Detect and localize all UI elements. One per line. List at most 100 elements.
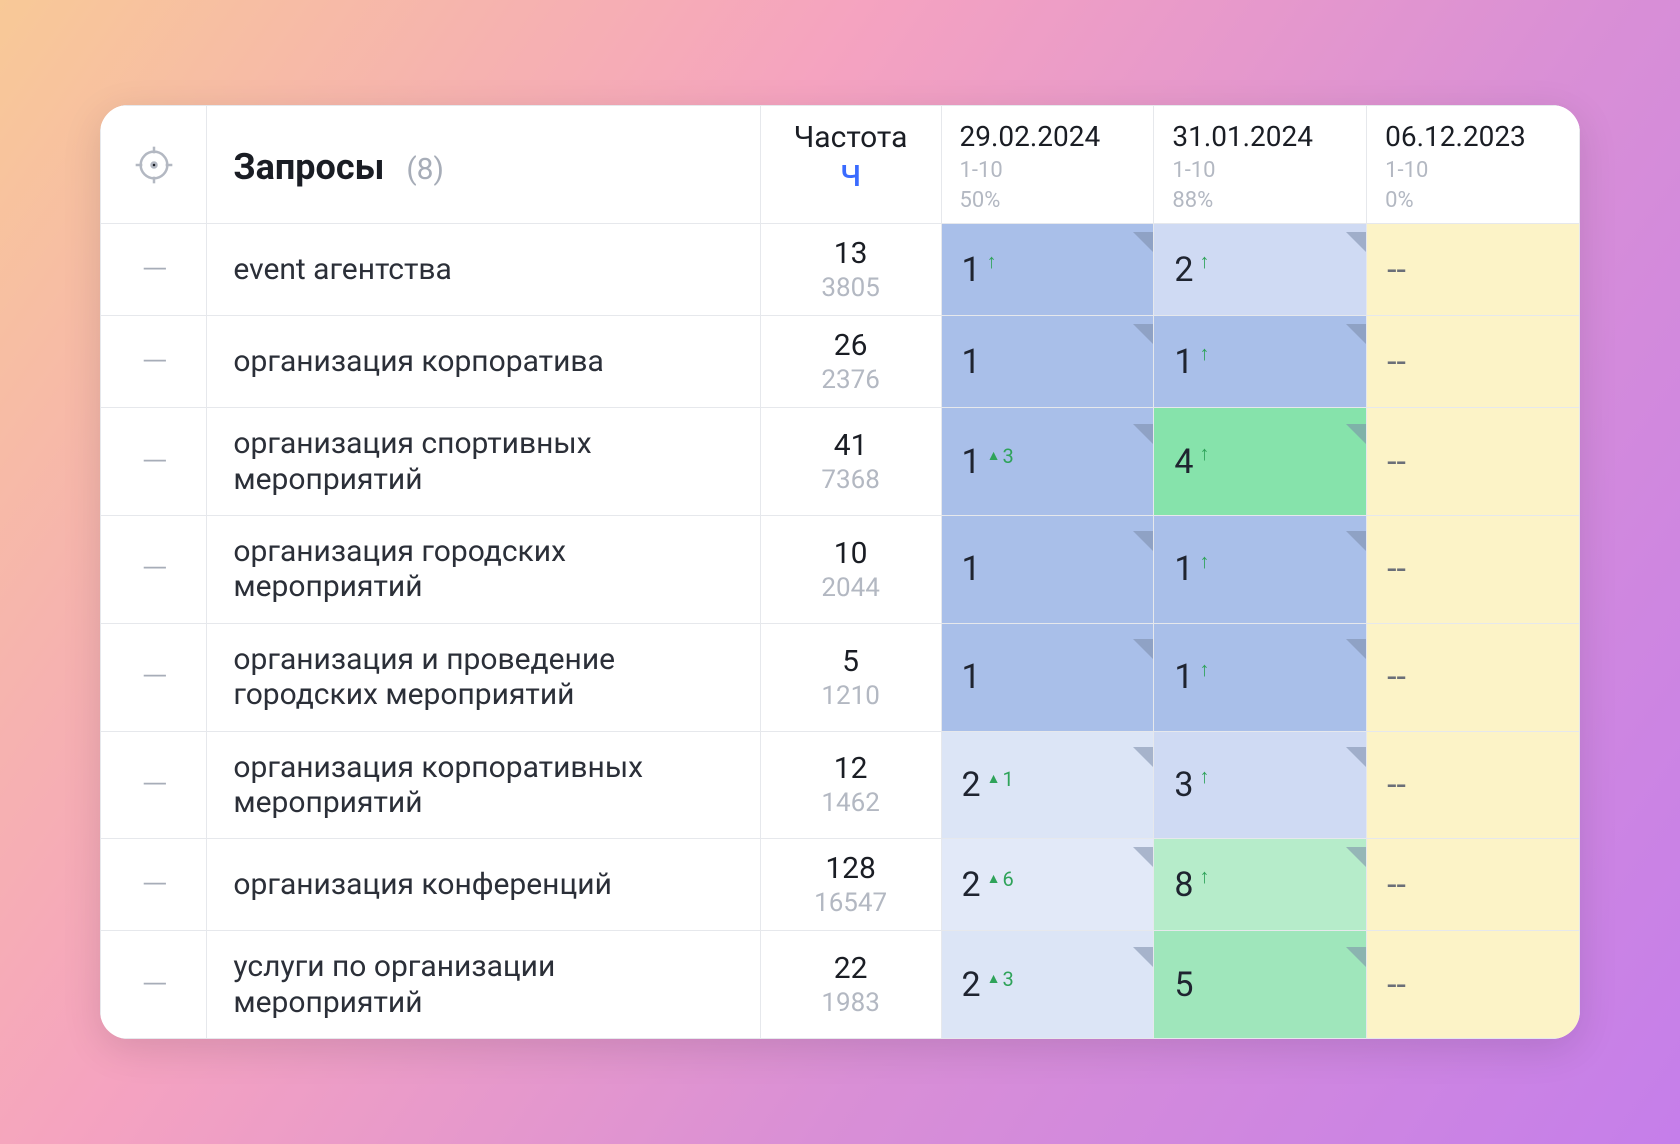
query-cell[interactable]: организация городских мероприятий: [207, 516, 760, 624]
rank-cell-1[interactable]: 2↑: [1154, 224, 1367, 316]
row-target-cell[interactable]: —: [101, 731, 207, 839]
col-date-1[interactable]: 31.01.2024 1-10 88%: [1154, 105, 1367, 223]
minus-icon: —: [142, 442, 166, 482]
corner-marker-icon: [1133, 232, 1153, 252]
freq-primary: 13: [834, 236, 868, 271]
freq-cell: 221983: [760, 931, 941, 1039]
table-row[interactable]: —организация спортивных мероприятий41736…: [101, 408, 1580, 516]
arrow-up-icon: ↑: [1199, 249, 1209, 274]
rank-cell-1[interactable]: 5: [1154, 931, 1367, 1039]
rank-cell-1[interactable]: 4↑: [1154, 408, 1367, 516]
table-row[interactable]: —организация конференций128165472▲68↑--: [101, 839, 1580, 931]
arrow-up-icon: ↑: [987, 249, 997, 274]
freq-cell: 102044: [760, 516, 941, 624]
table-header-row: Запросы (8) Частота Ч 29.02.2024 1-10 50…: [101, 105, 1580, 223]
rank-cell-2[interactable]: --: [1367, 839, 1580, 931]
col-queries[interactable]: Запросы (8): [207, 105, 760, 223]
freq-cell: 262376: [760, 316, 941, 408]
corner-marker-icon: [1346, 424, 1366, 444]
rank-value: --: [1387, 250, 1406, 290]
freq-primary: 41: [834, 428, 868, 463]
rank-cell-0[interactable]: 1: [941, 316, 1154, 408]
freq-secondary: 2044: [761, 573, 941, 603]
rank-cell-1[interactable]: 1↑: [1154, 316, 1367, 408]
table-row[interactable]: —event агентства1338051↑2↑ --: [101, 224, 1580, 316]
row-target-cell[interactable]: —: [101, 931, 207, 1039]
query-cell[interactable]: event агентства: [207, 224, 760, 316]
rank-cell-1[interactable]: 1↑: [1154, 623, 1367, 731]
rank-cell-2[interactable]: --: [1367, 224, 1580, 316]
date-range: 1-10: [960, 159, 1136, 183]
rank-cell-2[interactable]: --: [1367, 516, 1580, 624]
query-cell[interactable]: организация корпоратива: [207, 316, 760, 408]
rank-table: Запросы (8) Частота Ч 29.02.2024 1-10 50…: [100, 105, 1580, 1039]
table-row[interactable]: —услуги по организации мероприятий221983…: [101, 931, 1580, 1039]
rank-value: --: [1387, 865, 1406, 905]
col-frequency[interactable]: Частота Ч: [760, 105, 941, 223]
query-cell[interactable]: услуги по организации мероприятий: [207, 931, 760, 1039]
freq-secondary: 1983: [761, 988, 941, 1018]
rank-cell-2[interactable]: --: [1367, 316, 1580, 408]
freq-primary: 22: [834, 951, 868, 986]
rank-cell-0[interactable]: 2▲1: [941, 731, 1154, 839]
corner-marker-icon: [1346, 232, 1366, 252]
minus-icon: —: [142, 865, 166, 905]
rank-cell-0[interactable]: 1: [941, 516, 1154, 624]
query-cell[interactable]: организация конференций: [207, 839, 760, 931]
table-row[interactable]: — организация корпоративных мероприятий 12…: [101, 731, 1580, 839]
freq-primary: 5: [842, 644, 859, 679]
rank-cell-2[interactable]: --: [1367, 408, 1580, 516]
date-label: 31.01.2024: [1172, 120, 1313, 153]
corner-marker-icon: [1346, 947, 1366, 967]
date-label: 29.02.2024: [960, 120, 1101, 153]
freq-secondary: 2376: [761, 365, 941, 395]
rank-cell-2[interactable]: --: [1367, 731, 1580, 839]
corner-marker-icon: [1133, 639, 1153, 659]
corner-marker-icon: [1346, 747, 1366, 767]
rank-cell-0[interactable]: 2▲3: [941, 931, 1154, 1039]
table-row[interactable]: —организация корпоратива26237611↑--: [101, 316, 1580, 408]
rank-value: --: [1387, 965, 1406, 1005]
corner-marker-icon: [1133, 324, 1153, 344]
rank-value: --: [1387, 442, 1406, 482]
minus-icon: —: [142, 342, 166, 382]
rank-value: 2: [962, 965, 981, 1005]
table-row[interactable]: —организация и проведение городских меро…: [101, 623, 1580, 731]
rank-cell-0[interactable]: 1▲3: [941, 408, 1154, 516]
row-target-cell[interactable]: —: [101, 839, 207, 931]
rank-cell-0[interactable]: 1: [941, 623, 1154, 731]
freq-secondary: 16547: [761, 888, 941, 918]
target-icon: [134, 170, 174, 189]
rank-cell-0[interactable]: 2▲6: [941, 839, 1154, 931]
col-date-0[interactable]: 29.02.2024 1-10 50%: [941, 105, 1154, 223]
freq-cell: 133805: [760, 224, 941, 316]
query-cell[interactable]: организация корпоративных мероприятий: [207, 731, 760, 839]
rank-value: 1: [962, 549, 981, 589]
row-target-cell[interactable]: —: [101, 316, 207, 408]
row-target-cell[interactable]: —: [101, 408, 207, 516]
rank-value: 8: [1174, 865, 1193, 905]
rank-cell-1[interactable]: 8↑: [1154, 839, 1367, 931]
rank-cell-1[interactable]: 1↑: [1154, 516, 1367, 624]
row-target-cell[interactable]: —: [101, 516, 207, 624]
rank-cell-0[interactable]: 1↑: [941, 224, 1154, 316]
corner-marker-icon: [1133, 947, 1153, 967]
rank-delta: ▲3: [987, 967, 1014, 991]
rank-cell-1[interactable]: 3↑: [1154, 731, 1367, 839]
queries-title: Запросы: [233, 146, 384, 188]
rank-cell-2[interactable]: --: [1367, 931, 1580, 1039]
rank-value: 1: [1174, 549, 1193, 589]
table-row[interactable]: —организация городских мероприятий102044…: [101, 516, 1580, 624]
rank-cell-2[interactable]: --: [1367, 623, 1580, 731]
row-target-cell[interactable]: —: [101, 224, 207, 316]
freq-primary: 12: [834, 751, 868, 786]
rank-value: --: [1387, 765, 1406, 805]
date-label: 06.12.2023: [1385, 120, 1526, 153]
query-cell[interactable]: организация и проведение городских мероп…: [207, 623, 760, 731]
freq-primary: 26: [834, 328, 868, 363]
query-cell[interactable]: организация спортивных мероприятий: [207, 408, 760, 516]
col-date-2[interactable]: 06.12.2023 1-10 0%: [1367, 105, 1580, 223]
col-target[interactable]: [101, 105, 207, 223]
minus-icon: —: [142, 765, 166, 805]
row-target-cell[interactable]: —: [101, 623, 207, 731]
